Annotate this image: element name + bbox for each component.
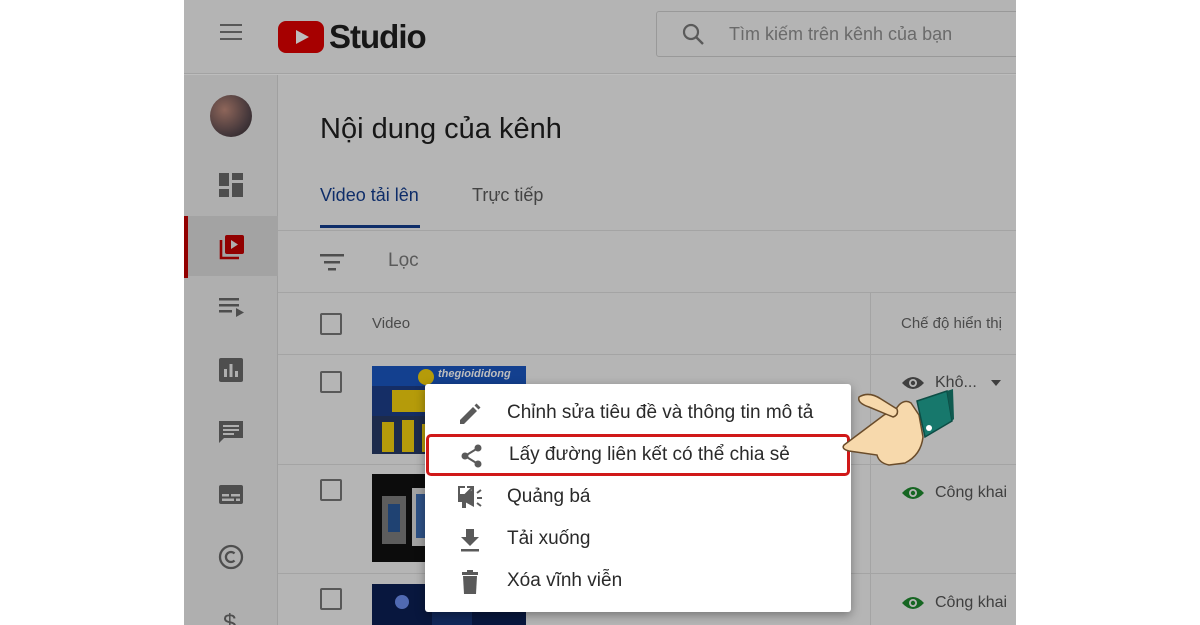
menu-item-label: Xóa vĩnh viễn bbox=[507, 570, 623, 591]
menu-item-get-shareable-link[interactable]: Lấy đường liên kết có thể chia sẻ bbox=[426, 434, 850, 476]
context-menu: Chỉnh sửa tiêu đề và thông tin mô tả Lấy… bbox=[425, 384, 851, 612]
external-link-icon bbox=[458, 486, 474, 502]
pencil-icon bbox=[460, 403, 481, 424]
menu-item-edit[interactable]: Chỉnh sửa tiêu đề và thông tin mô tả bbox=[425, 392, 851, 434]
menu-item-label: Chỉnh sửa tiêu đề và thông tin mô tả bbox=[507, 402, 814, 423]
share-icon bbox=[461, 444, 482, 468]
download-icon bbox=[461, 529, 479, 552]
menu-item-promote[interactable]: Quảng bá bbox=[425, 476, 851, 518]
menu-item-label: Lấy đường liên kết có thể chia sẻ bbox=[509, 444, 790, 465]
pointing-hand-icon bbox=[842, 389, 954, 466]
menu-item-download[interactable]: Tải xuống bbox=[425, 518, 851, 560]
menu-item-label: Quảng bá bbox=[507, 486, 591, 507]
menu-item-label: Tải xuống bbox=[507, 528, 591, 549]
trash-icon bbox=[462, 570, 478, 594]
studio-window: Studio Tìm kiếm trên kênh của bạn $ Nội … bbox=[184, 0, 1016, 625]
menu-item-delete-forever[interactable]: Xóa vĩnh viễn bbox=[425, 560, 851, 602]
